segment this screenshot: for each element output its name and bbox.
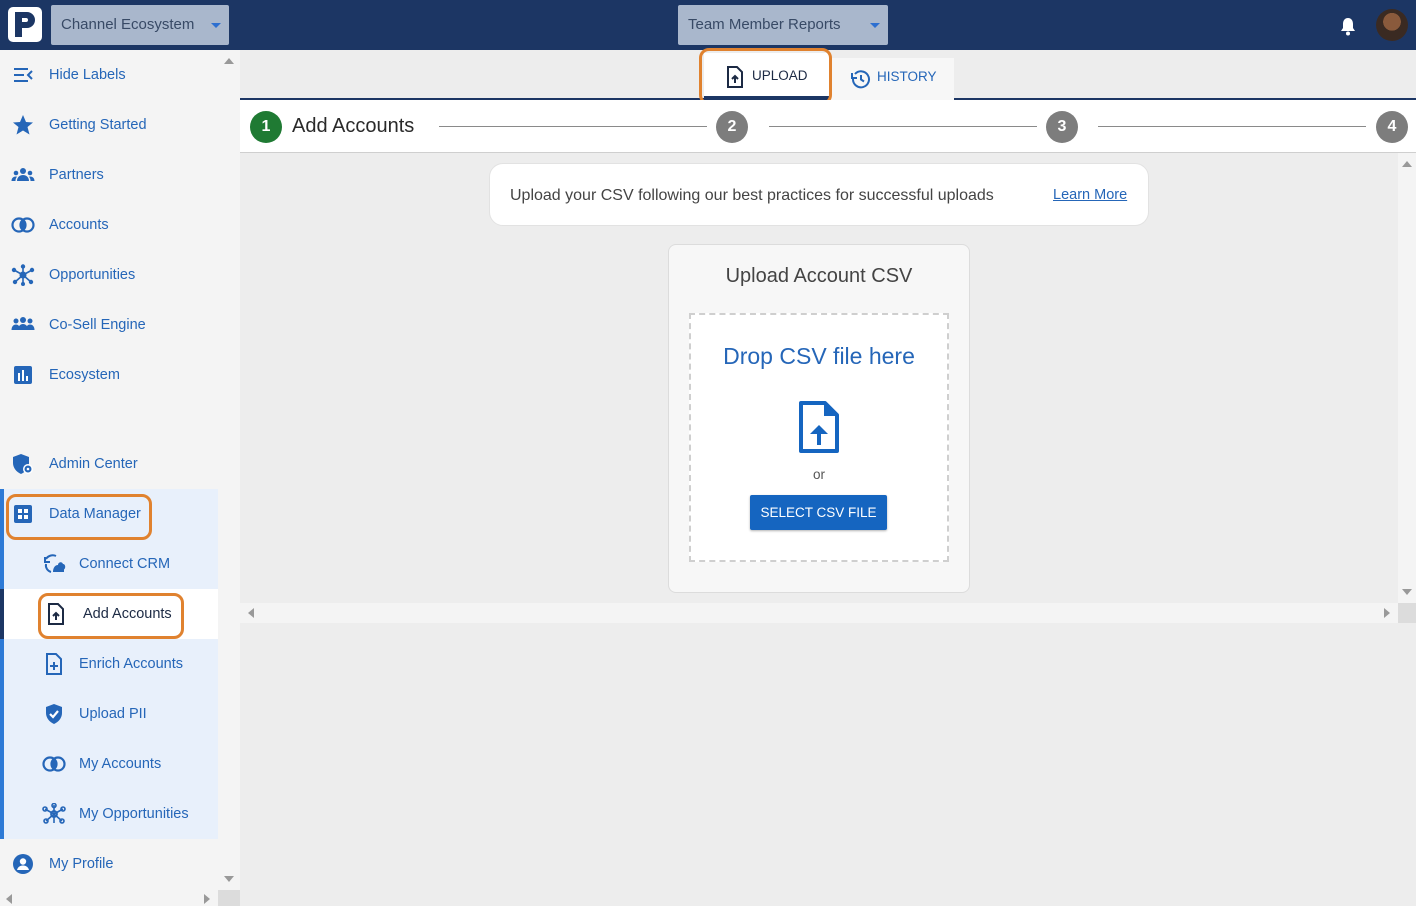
sidebar-item-co-sell-engine[interactable]: Co-Sell Engine — [0, 300, 218, 350]
content-horizontal-scrollbar[interactable] — [240, 603, 1398, 623]
chevron-down-icon — [211, 23, 221, 28]
scroll-right-icon[interactable] — [204, 894, 210, 904]
sidebar-item-opportunities[interactable]: Opportunities — [0, 250, 218, 300]
sidebar-item-admin-center[interactable]: Admin Center — [0, 439, 218, 489]
step-connector — [439, 126, 707, 127]
sidebar-item-my-profile[interactable]: My Profile — [0, 839, 218, 889]
scroll-left-icon[interactable] — [248, 608, 254, 618]
highlight-add-accounts — [38, 593, 184, 639]
sidebar-item-accounts[interactable]: Accounts — [0, 200, 218, 250]
or-text: or — [812, 467, 825, 482]
step-2-indicator: 2 — [716, 111, 748, 143]
scroll-left-icon[interactable] — [6, 894, 12, 904]
sidebar-item-my-accounts[interactable]: My Accounts — [0, 739, 218, 789]
best-practices-banner: Upload your CSV following our best pract… — [489, 163, 1149, 226]
file-plus-icon — [46, 653, 62, 675]
sidebar-item-label: Ecosystem — [49, 367, 120, 383]
scroll-right-icon[interactable] — [1384, 608, 1390, 618]
upload-card-title: Upload Account CSV — [725, 265, 913, 287]
sidebar-item-label: Getting Started — [49, 117, 147, 133]
scroll-up-icon[interactable] — [1402, 161, 1412, 167]
sidebar-item-label: Upload PII — [79, 706, 147, 722]
co-sell-icon — [11, 317, 35, 330]
user-circle-icon — [13, 854, 33, 874]
sidebar-item-ecosystem[interactable]: Ecosystem — [0, 350, 218, 400]
report-dropdown[interactable]: Team Member Reports — [678, 5, 888, 45]
sidebar-item-label: Accounts — [49, 217, 109, 233]
logo-icon — [15, 12, 35, 37]
sidebar-item-label: My Profile — [49, 856, 114, 872]
sidebar-item-label: Co-Sell Engine — [49, 317, 146, 333]
csv-dropzone[interactable]: Drop CSV file here or SELECT CSV FILE — [689, 313, 949, 562]
partners-icon — [11, 168, 35, 181]
accounts-icon — [11, 217, 35, 233]
sidebar-item-connect-crm[interactable]: Connect CRM — [0, 539, 218, 589]
learn-more-link[interactable]: Learn More — [1053, 164, 1127, 227]
sidebar-item-enrich-accounts[interactable]: Enrich Accounts — [0, 639, 218, 689]
report-dropdown-label: Team Member Reports — [688, 16, 841, 33]
avatar[interactable] — [1376, 9, 1408, 41]
step-4-indicator: 4 — [1376, 111, 1408, 143]
highlight-data-manager — [6, 494, 152, 540]
app-logo[interactable] — [8, 7, 42, 42]
sidebar-item-label: Enrich Accounts — [79, 656, 183, 672]
step-3-indicator: 3 — [1046, 111, 1078, 143]
opportunities-icon — [11, 264, 35, 286]
sidebar-item-partners[interactable]: Partners — [0, 150, 218, 200]
sidebar-item-upload-pii[interactable]: Upload PII — [0, 689, 218, 739]
workspace-dropdown[interactable]: Channel Ecosystem — [51, 5, 229, 45]
sidebar-item-label: Connect CRM — [79, 556, 171, 572]
step-connector — [769, 126, 1037, 127]
select-csv-file-button[interactable]: SELECT CSV FILE — [750, 495, 887, 530]
sidebar-item-label: My Accounts — [79, 756, 162, 772]
best-practices-text: Upload your CSV following our best pract… — [510, 187, 994, 204]
workspace-dropdown-label: Channel Ecosystem — [61, 16, 195, 33]
scrollbar-corner — [1398, 603, 1416, 623]
step-connector — [1098, 126, 1366, 127]
star-icon — [13, 115, 33, 135]
file-upload-icon — [799, 401, 839, 453]
top-bar: Channel Ecosystem Team Member Reports — [0, 0, 1416, 50]
history-icon — [851, 70, 870, 89]
tab-history[interactable]: HISTORY — [830, 58, 954, 100]
shield-gear-icon — [13, 454, 33, 474]
accounts-icon — [42, 756, 66, 772]
step-1-title: Add Accounts — [292, 115, 415, 137]
chevron-down-icon — [870, 23, 880, 28]
scroll-down-icon[interactable] — [1402, 589, 1412, 595]
shield-check-icon — [46, 704, 62, 724]
sidebar-item-hide-labels[interactable]: Hide Labels — [0, 50, 218, 100]
scroll-up-icon[interactable] — [224, 58, 234, 64]
sidebar-item-label: Opportunities — [49, 267, 136, 283]
connect-crm-icon — [44, 554, 66, 573]
upload-csv-card: Upload Account CSV Drop CSV file here or… — [668, 244, 970, 593]
sidebar-scrollbar[interactable] — [218, 50, 240, 890]
bar-chart-icon — [14, 366, 32, 384]
sidebar-item-my-opportunities[interactable]: My Opportunities — [0, 789, 218, 839]
content-scrollbar[interactable] — [1398, 153, 1416, 605]
sidebar-item-label: Partners — [49, 167, 104, 183]
sidebar-item-label: Hide Labels — [49, 67, 126, 83]
sidebar-horizontal-scrollbar[interactable] — [0, 890, 218, 906]
stepper: 1 Add Accounts 2 3 4 — [240, 100, 1416, 153]
drop-text: Drop CSV file here — [723, 343, 915, 369]
opportunities-icon — [42, 803, 66, 824]
sidebar-item-label: Admin Center — [49, 456, 138, 472]
scrollbar-corner — [218, 890, 240, 906]
sidebar-item-label: My Opportunities — [79, 806, 189, 822]
bell-icon[interactable] — [1338, 16, 1358, 36]
sidebar-item-getting-started[interactable]: Getting Started — [0, 100, 218, 150]
scroll-down-icon[interactable] — [224, 876, 234, 882]
highlight-upload-tab — [699, 48, 832, 105]
tab-history-label: HISTORY — [877, 69, 937, 84]
hide-labels-icon — [14, 68, 33, 82]
step-1-indicator: 1 — [250, 111, 282, 143]
